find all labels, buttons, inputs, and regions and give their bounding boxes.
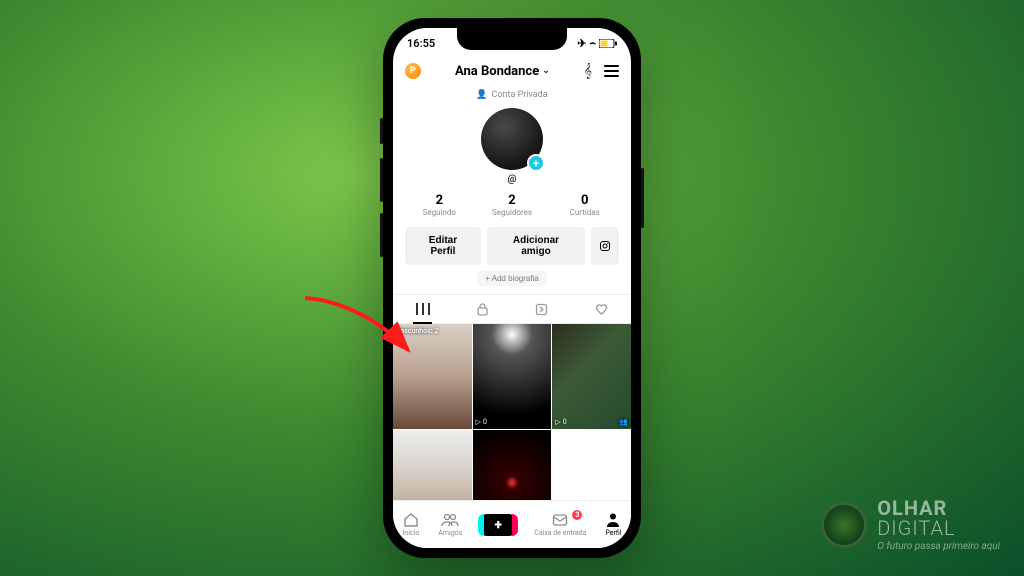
- inbox-icon: [552, 512, 568, 528]
- wifi-icon: ⌢: [589, 38, 596, 49]
- friends-icon: [441, 512, 459, 528]
- edit-profile-button[interactable]: Editar Perfil: [405, 227, 481, 265]
- inbox-badge: 3: [571, 509, 583, 521]
- tab-reposts[interactable]: [512, 295, 572, 323]
- nav-inbox[interactable]: 3 Caixa de entrada: [534, 512, 586, 537]
- nav-profile[interactable]: Perfil: [605, 512, 621, 537]
- tab-private[interactable]: [453, 295, 513, 323]
- username-text: Ana Bondance: [455, 64, 539, 79]
- phone-notch: [457, 28, 567, 50]
- phone-frame: 16:55 ✈ ⌢ P Ana Bondance ⌄ 𝄞 👤 Conta Pri…: [383, 18, 641, 558]
- repost-icon: [535, 303, 548, 316]
- video-thumb-drafts[interactable]: Rascunhos: 2: [393, 324, 472, 429]
- play-icon: ▷: [555, 418, 560, 426]
- username-dropdown[interactable]: Ana Bondance ⌄: [455, 64, 550, 79]
- play-icon: ▷: [476, 418, 481, 426]
- watermark-text-2: DIGITAL: [877, 516, 955, 540]
- video-thumb-empty: [552, 430, 631, 500]
- profile-body: 👤 Conta Privada + @ 2 Seguindo 2 Seguido…: [393, 88, 631, 500]
- friends-only-icon: 👥: [619, 418, 628, 426]
- tab-posts[interactable]: [393, 295, 453, 323]
- stat-likes[interactable]: 0 Curtidas: [548, 193, 621, 217]
- battery-icon: [599, 39, 617, 48]
- lock-icon: [476, 303, 489, 316]
- stat-followers[interactable]: 2 Seguidores: [476, 193, 549, 217]
- nav-home[interactable]: Início: [402, 512, 419, 537]
- airplane-icon: ✈: [577, 37, 586, 50]
- add-friend-button[interactable]: Adicionar amigo: [487, 227, 585, 265]
- profile-tabs: [393, 294, 631, 324]
- private-account-label: 👤 Conta Privada: [393, 90, 631, 100]
- video-thumb[interactable]: ▷0: [473, 324, 552, 429]
- status-time: 16:55: [407, 37, 435, 50]
- video-thumb[interactable]: ▷0 👥: [552, 324, 631, 429]
- watermark-icon: [821, 502, 867, 548]
- heart-icon: [595, 303, 608, 316]
- profile-header: P Ana Bondance ⌄ 𝄞: [393, 54, 631, 88]
- plus-icon: +: [495, 517, 502, 533]
- tab-liked[interactable]: [572, 295, 632, 323]
- coin-icon[interactable]: P: [405, 63, 421, 79]
- user-handle: @: [393, 174, 631, 185]
- watermark-logo: OLHAR DIGITAL O futuro passa primeiro aq…: [821, 498, 1000, 552]
- chevron-down-icon: ⌄: [542, 66, 550, 76]
- grid-icon: [416, 302, 430, 316]
- stat-following[interactable]: 2 Seguindo: [403, 193, 476, 217]
- video-thumb[interactable]: ▷0 👥: [393, 430, 472, 500]
- nav-create[interactable]: +: [481, 514, 515, 536]
- bottom-nav: Início Amigos + 3 Caixa de entrada Perfi…: [393, 500, 631, 548]
- creator-tools-icon[interactable]: 𝄞: [584, 63, 592, 79]
- profile-icon: [606, 512, 620, 528]
- watermark-tagline: O futuro passa primeiro aqui: [877, 542, 1000, 552]
- instagram-icon: [599, 240, 611, 252]
- home-icon: [403, 512, 419, 528]
- create-button[interactable]: +: [481, 514, 515, 536]
- instagram-link-button[interactable]: [591, 227, 619, 265]
- lock-person-icon: 👤: [476, 90, 487, 100]
- menu-icon[interactable]: [604, 65, 619, 77]
- add-bio-button[interactable]: + Add biografia: [477, 271, 547, 286]
- add-avatar-button[interactable]: +: [527, 154, 545, 172]
- video-grid: Rascunhos: 2 ▷0 ▷0 👥 ▷0 👥: [393, 324, 631, 500]
- nav-friends[interactable]: Amigos: [438, 512, 462, 537]
- video-thumb[interactable]: [473, 430, 552, 500]
